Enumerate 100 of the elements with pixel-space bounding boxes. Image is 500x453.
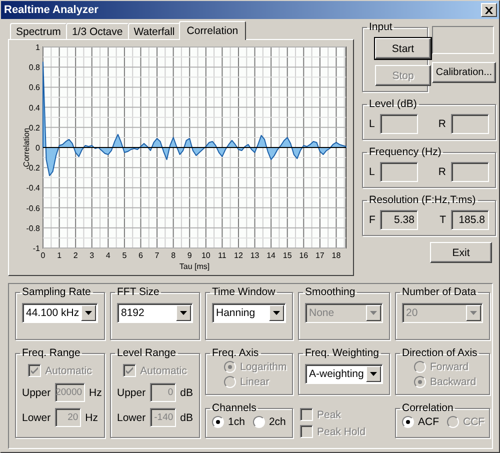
group-label: Direction of Axis [401,347,478,359]
dropdown-arrow-icon [370,372,377,376]
group-label: Input [368,21,394,33]
axis-tick-label: -0.6 [26,204,40,213]
field-label: Lower [22,412,51,424]
close-button[interactable] [481,3,497,17]
group-label: Resolution (F:Hz,T:ms) [368,194,477,206]
axis-tick-label: 8 [171,251,176,260]
axis-tick-label: 0.8 [28,63,40,72]
axis-title: Tau [ms] [179,262,210,271]
unit-label: dB [180,386,193,398]
group-label: Freq. Range [21,347,82,359]
axis-tick-label: 9 [187,251,192,260]
field-label: Upper [117,386,146,398]
axis-tick-label: 6 [138,251,143,260]
axis-tick-label: 0.2 [28,123,40,132]
dropdown-arrow-icon [470,311,477,315]
axis-tick-label: 0.6 [28,83,40,92]
checkbox-label: Peak Hold [317,426,366,438]
dropdown[interactable]: Hanning [212,303,286,323]
group-label: FFT Size [116,286,160,298]
dropdown[interactable]: A-weighting [305,364,383,384]
group-label: Freq. Weighting [304,347,380,359]
check-icon [31,367,38,374]
field-label: F [369,214,376,226]
checkbox-label: Automatic [140,364,187,376]
group-label: Time Window [211,286,276,298]
axis-tick-label: 12 [234,251,243,260]
axis-tick-label: 1 [57,251,62,260]
axis-tick-label: 3 [90,251,94,260]
axis-tick-label: 18 [332,251,341,260]
axis-tick-label: 0 [40,251,46,260]
tab[interactable]: Spectrum [10,23,67,39]
tab[interactable]: 1/3 Octave [66,23,129,39]
checkbox-label: Automatic [45,364,92,376]
axis-tick-label: -1 [32,244,40,253]
exit-button[interactable]: Exit [430,242,492,263]
unit-label: dB [180,412,193,424]
axis-tick-label: 15 [282,251,292,260]
dropdown-arrow-icon [370,311,377,315]
group-label: Correlation [401,402,454,414]
readout-field: 5.38 [380,210,418,230]
field-label: R [438,166,446,178]
readout-field [451,162,489,182]
axis-tick-label: 17 [315,251,324,260]
start-button[interactable]: Start [375,38,431,59]
axis-tick-label: 11 [218,251,226,260]
dropdown[interactable]: 44.100 kHz [22,303,98,323]
group-label: Freq. Axis [211,347,260,359]
radio-label: Logarithm [240,361,287,373]
axis-tick-label: -0.8 [26,224,40,233]
radio-button[interactable] [252,416,265,428]
readout-field: 185.8 [451,210,489,230]
field-label: Lower [117,412,146,424]
readout-field [451,114,489,134]
radio-label: Linear [240,376,270,388]
dropdown-arrow-icon [85,311,92,315]
tab[interactable]: Waterfall [128,23,181,39]
axis-tick-label: 14 [266,251,276,260]
readout-field [380,114,418,134]
dropdown[interactable]: 8192 [117,303,193,323]
unit-label: Hz [85,412,98,424]
window-title: Realtime Analyzer [4,4,98,16]
group-label: Level Range [116,347,177,359]
radio-label: Forward [430,361,469,373]
field-label: R [438,118,446,130]
axis-tick-label: 4 [106,251,110,260]
readout-field [380,162,418,182]
axis-tick-label: 5 [122,251,127,260]
dropdown-arrow-icon [273,311,280,315]
radio-button[interactable] [402,416,414,428]
group-label: Frequency (Hz) [368,146,442,158]
radio-label: 1ch [228,416,245,428]
group-label: Sampling Rate [21,286,92,298]
axis-tick-label: 10 [201,251,210,260]
calibration-button[interactable]: Calibration... [432,62,496,83]
axis-tick-label: 1 [36,43,40,52]
axis-tick-label: 7 [154,251,160,260]
radio-label: 2ch [268,416,286,428]
group-label: Level (dB) [368,98,418,110]
axis-title: Correlation [22,128,31,168]
group-label: Number of Data [401,286,478,298]
tab[interactable]: Correlation [178,21,246,40]
unit-label: Hz [89,386,102,398]
close-icon [485,6,493,14]
axis-tick-label: 2 [73,251,78,260]
checkbox-label: Peak [317,408,341,420]
axis-tick-label: 0 [36,144,40,152]
radio-button[interactable] [212,416,224,428]
radio-label: Backward [430,376,476,388]
axis-tick-label: 13 [250,251,260,260]
group-label: Channels [211,402,258,414]
field-label: T [440,214,446,226]
axis-tick-label: -0.4 [26,184,40,193]
group-label: Smoothing [304,286,356,298]
radio-label: CCF [463,416,485,428]
dropdown-arrow-icon [180,311,187,315]
radio-label: ACF [418,416,439,428]
field-label: Upper [22,386,51,398]
axis-tick-label: 16 [299,251,308,260]
